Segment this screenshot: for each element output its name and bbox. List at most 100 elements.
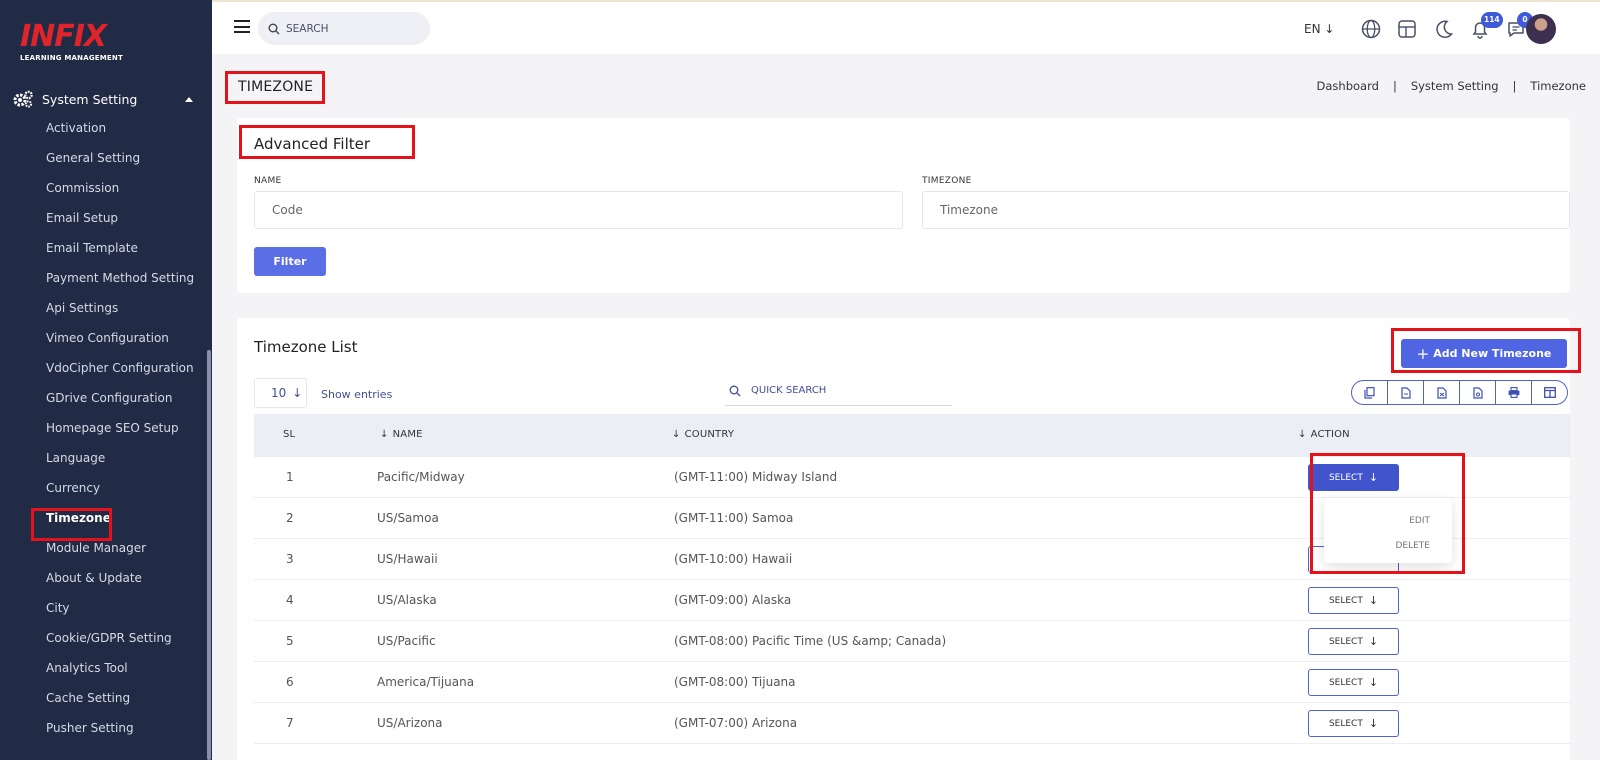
sidebar-item-activation[interactable]: Activation [0, 113, 207, 143]
breadcrumb-timezone[interactable]: Timezone [1530, 79, 1586, 93]
dropdown-item-delete[interactable]: DELETE [1395, 541, 1430, 551]
language-selector[interactable]: EN ↓ [1304, 22, 1334, 36]
dropdown-item-edit[interactable]: EDIT [1409, 516, 1430, 526]
sidebar-item-email-setup[interactable]: Email Setup [0, 203, 207, 233]
select-label: SELECT [1328, 677, 1363, 688]
sidebar-item-analytics-tool[interactable]: Analytics Tool [0, 653, 207, 683]
select-button[interactable]: SELECT ↓ [1308, 587, 1399, 614]
chevron-up-icon [185, 96, 193, 102]
filter-button[interactable]: Filter [254, 247, 326, 276]
table-row: 7 US/Arizona (GMT-07:00) Arizona SELECT ↓ [254, 703, 1570, 744]
select-button[interactable]: SELECT ↓ [1308, 464, 1399, 491]
cell-sl: 2 [286, 511, 294, 525]
sidebar-item-api-settings[interactable]: Api Settings [0, 293, 207, 323]
sidebar-item-language[interactable]: Language [0, 443, 207, 473]
column-header-country[interactable]: ↓ COUNTRY [672, 429, 734, 440]
entries-value: 10 [271, 386, 287, 400]
arrow-down-icon: ↓ [1368, 676, 1379, 689]
export-buttons [1351, 380, 1568, 405]
messages-button[interactable]: 0 [1505, 12, 1533, 40]
cell-sl: 1 [286, 470, 294, 484]
sidebar-item-cookie-gdpr-setting[interactable]: Cookie/GDPR Setting [0, 623, 207, 653]
column-header-action[interactable]: ↓ ACTION [1298, 429, 1350, 440]
breadcrumb-system-setting[interactable]: System Setting [1411, 79, 1499, 93]
select-button[interactable]: SELECT ↓ [1308, 628, 1399, 655]
cell-name: US/Hawaii [377, 552, 438, 566]
sidebar-item-email-template[interactable]: Email Template [0, 233, 207, 263]
quick-search[interactable] [725, 376, 952, 406]
sidebar-item-commission[interactable]: Commission [0, 173, 207, 203]
cell-country: (GMT-07:00) Arizona [674, 716, 798, 730]
csv-icon[interactable] [1388, 381, 1424, 404]
advanced-filter-card: Advanced Filter NAME TIMEZONE Filter [237, 118, 1570, 293]
copy-icon[interactable] [1352, 381, 1388, 404]
sidebar-scrollbar[interactable] [207, 350, 211, 760]
excel-icon[interactable] [1424, 381, 1460, 404]
sidebar-item-currency[interactable]: Currency [0, 473, 207, 503]
table-row: 4 US/Alaska (GMT-09:00) Alaska SELECT ↓ [254, 580, 1570, 621]
pdf-icon[interactable] [1460, 381, 1496, 404]
logo-subtitle: LEARNING MANAGEMENT [20, 54, 123, 62]
column-label: NAME [392, 429, 423, 440]
column-label: ACTION [1310, 429, 1350, 440]
select-label: SELECT [1328, 472, 1363, 483]
print-icon[interactable] [1496, 381, 1532, 404]
entries-label: Show entries [321, 388, 393, 401]
column-label: COUNTRY [684, 429, 735, 440]
plus-icon: + [1416, 344, 1430, 363]
sidebar-item-pusher-setting[interactable]: Pusher Setting [0, 713, 207, 743]
sidebar-item-homepage-seo-setup[interactable]: Homepage SEO Setup [0, 413, 207, 443]
sidebar-item-gdrive-configuration[interactable]: GDrive Configuration [0, 383, 207, 413]
sidebar-section-system-setting[interactable]: System Setting [12, 88, 197, 110]
table-row: 5 US/Pacific (GMT-08:00) Pacific Time (U… [254, 621, 1570, 662]
breadcrumb-dashboard[interactable]: Dashboard [1317, 79, 1379, 93]
add-new-timezone-button[interactable]: + Add New Timezone [1401, 339, 1567, 368]
cell-name: US/Arizona [377, 716, 443, 730]
table-header: SL ↓ NAME ↓ COUNTRY ↓ ACTION [254, 414, 1570, 457]
column-header-sl[interactable]: SL [283, 429, 295, 440]
column-header-name[interactable]: ↓ NAME [380, 429, 423, 440]
sidebar-item-general-setting[interactable]: General Setting [0, 143, 207, 173]
breadcrumb-separator: | [1512, 79, 1517, 93]
cell-name: Pacific/Midway [377, 470, 465, 484]
sidebar-menu: Activation General Setting Commission Em… [0, 113, 207, 743]
sort-arrow-icon: ↓ [672, 429, 681, 440]
select-button[interactable]: SELECT ↓ [1308, 710, 1399, 737]
search-input[interactable] [286, 22, 416, 35]
sidebar-item-about-update[interactable]: About & Update [0, 563, 207, 593]
search-icon [729, 385, 741, 396]
cell-country: (GMT-09:00) Alaska [674, 593, 792, 607]
timezone-label: TIMEZONE [922, 176, 972, 186]
sidebar-item-vdocipher-configuration[interactable]: VdoCipher Configuration [0, 353, 207, 383]
cell-country: (GMT-11:00) Samoa [674, 511, 794, 525]
cell-country: (GMT-08:00) Tijuana [674, 675, 796, 689]
moon-icon[interactable] [1433, 18, 1455, 40]
sidebar-item-vimeo-configuration[interactable]: Vimeo Configuration [0, 323, 207, 353]
sidebar: INFIX LEARNING MANAGEMENT System Setting… [0, 0, 212, 760]
page-title: TIMEZONE [238, 79, 314, 95]
layout-icon[interactable] [1396, 18, 1418, 40]
gears-icon [13, 90, 33, 108]
arrow-down-icon: ↓ [1368, 471, 1379, 484]
timezone-field[interactable] [922, 191, 1570, 229]
quick-search-input[interactable] [751, 385, 931, 396]
global-search[interactable] [258, 12, 430, 45]
sidebar-item-cache-setting[interactable]: Cache Setting [0, 683, 207, 713]
notifications-button[interactable]: 114 [1469, 12, 1503, 40]
sidebar-item-city[interactable]: City [0, 593, 207, 623]
columns-icon[interactable] [1532, 381, 1567, 404]
select-button[interactable]: SELECT ↓ [1308, 669, 1399, 696]
entries-select[interactable]: 10 ↓ [254, 378, 307, 408]
avatar[interactable] [1526, 14, 1556, 44]
sidebar-item-timezone[interactable]: Timezone [0, 503, 207, 533]
sidebar-item-payment-method-setting[interactable]: Payment Method Setting [0, 263, 207, 293]
language-label: EN [1304, 22, 1321, 36]
cell-country: (GMT-11:00) Midway Island [674, 470, 838, 484]
globe-icon[interactable] [1360, 18, 1382, 40]
sidebar-item-module-manager[interactable]: Module Manager [0, 533, 207, 563]
menu-icon[interactable] [234, 20, 250, 33]
name-field[interactable] [254, 191, 903, 229]
logo[interactable]: INFIX LEARNING MANAGEMENT [20, 22, 123, 63]
cell-name: America/Tijuana [377, 675, 475, 689]
arrow-down-icon: ↓ [1368, 717, 1379, 730]
